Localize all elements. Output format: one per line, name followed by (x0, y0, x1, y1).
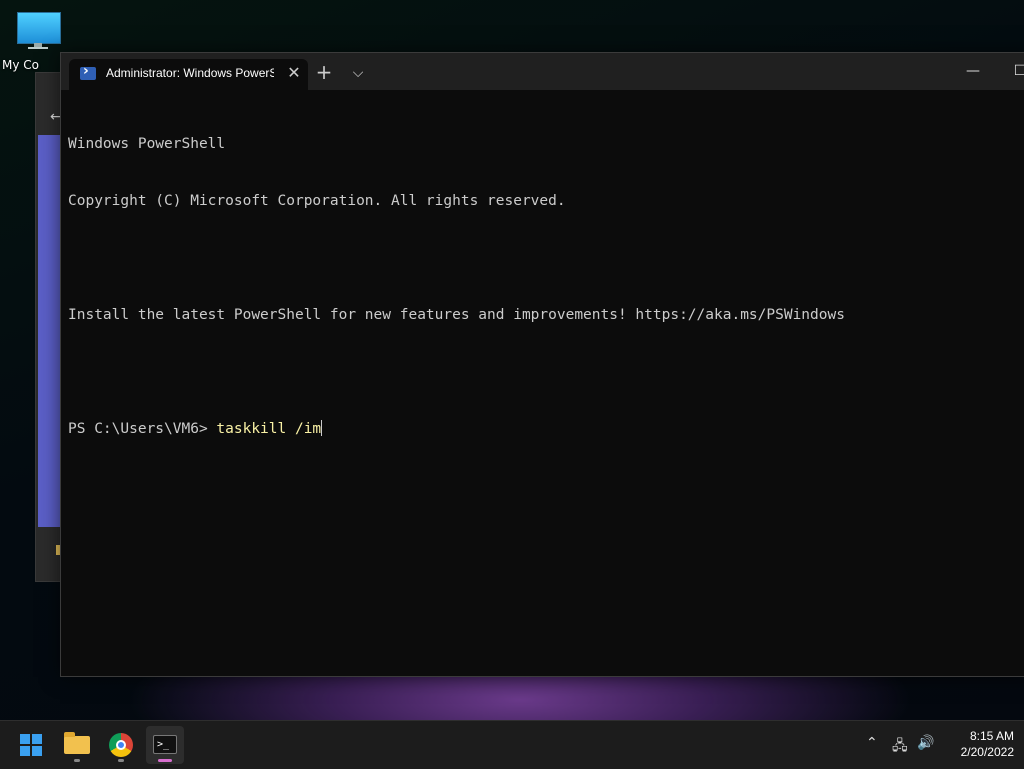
maximize-button[interactable]: ☐ (1005, 59, 1024, 83)
text-cursor (321, 420, 323, 436)
taskbar-chrome[interactable] (102, 726, 140, 764)
console-line: Windows PowerShell (68, 136, 226, 152)
tab-title: Administrator: Windows PowerS (106, 66, 274, 80)
clock-date: 2/20/2022 (960, 745, 1014, 759)
new-tab-button[interactable]: + (313, 62, 335, 84)
network-icon[interactable]: 🖧 (892, 735, 908, 759)
console-line: Install the latest PowerShell for new fe… (68, 307, 845, 323)
file-explorer-icon (64, 732, 90, 754)
terminal-icon: >_ (153, 735, 177, 754)
console-output[interactable]: Windows PowerShell Copyright (C) Microso… (68, 97, 1021, 477)
taskbar: >_ ⌃ 🖧 🔊 8:15 AM 2/20/2022 (0, 720, 1024, 769)
volume-icon[interactable]: 🔊 (917, 735, 934, 751)
terminal-window[interactable]: Administrator: Windows PowerS ✕ + ⌵ — ☐ … (60, 52, 1024, 677)
console-line: Copyright (C) Microsoft Corporation. All… (68, 193, 566, 209)
clock[interactable]: 8:15 AM 2/20/2022 (940, 728, 1014, 760)
show-hidden-icons-icon[interactable]: ⌃ (866, 735, 878, 751)
taskbar-terminal[interactable]: >_ (146, 726, 184, 764)
prompt-line[interactable]: PS C:\Users\VM6> taskkill /im (68, 420, 1021, 439)
title-bar[interactable]: Administrator: Windows PowerS ✕ + ⌵ — ☐ (61, 53, 1024, 90)
minimize-button[interactable]: — (958, 59, 988, 83)
taskbar-file-explorer[interactable] (58, 726, 96, 764)
chrome-icon (109, 733, 133, 757)
command-input[interactable]: taskkill /im (216, 421, 321, 437)
powershell-icon (80, 63, 96, 80)
chevron-down-icon[interactable]: ⌵ (347, 63, 369, 85)
background-window-panel (38, 135, 62, 527)
prompt: PS C:\Users\VM6> (68, 421, 217, 437)
clock-time: 8:15 AM (969, 729, 1014, 743)
tab-powershell[interactable]: Administrator: Windows PowerS ✕ (69, 59, 308, 90)
desktop-icon-label: My Co (2, 58, 39, 72)
start-button[interactable] (13, 726, 51, 764)
close-tab-icon[interactable]: ✕ (285, 63, 303, 83)
computer-icon (17, 12, 61, 44)
